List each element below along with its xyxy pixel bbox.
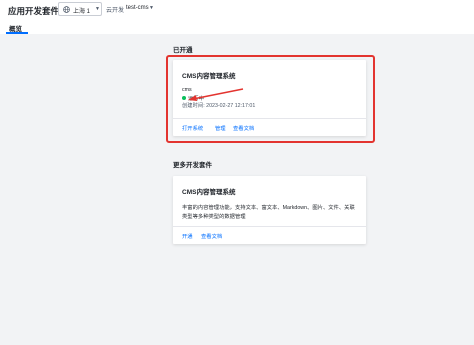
region-label: 上海 1 bbox=[73, 9, 91, 15]
card-description: 丰富的内容管理功能，支持文本、富文本、Markdown、图片、文件、关联类型等多… bbox=[182, 205, 355, 220]
section-title-enabled: 已开通 bbox=[173, 47, 193, 54]
globe-icon bbox=[63, 6, 70, 13]
annotation-arrow-icon bbox=[188, 88, 244, 101]
more-cms-card: CMS内容管理系统 丰富的内容管理功能，支持文本、富文本、Markdown、图片… bbox=[173, 176, 366, 244]
section-title-more: 更多开发套件 bbox=[173, 162, 212, 169]
top-bar: 应用开发套件 上海 1 ▼ 云开发 test-cms ▼ 概览 bbox=[0, 0, 474, 34]
divider bbox=[173, 226, 366, 227]
env-select[interactable]: test-cms bbox=[126, 5, 149, 11]
chevron-down-icon: ▼ bbox=[95, 6, 100, 12]
app-title: 应用开发套件 bbox=[8, 6, 60, 16]
region-select[interactable]: 上海 1 ▼ bbox=[58, 2, 102, 16]
enable-link[interactable]: 开通 bbox=[182, 232, 193, 240]
tab-active-indicator bbox=[6, 32, 28, 34]
card-title: CMS内容管理系统 bbox=[182, 189, 236, 196]
chevron-down-icon[interactable]: ▼ bbox=[149, 5, 154, 11]
view-docs-link[interactable]: 查看文档 bbox=[201, 232, 222, 240]
env-label: 云开发 bbox=[106, 8, 125, 14]
